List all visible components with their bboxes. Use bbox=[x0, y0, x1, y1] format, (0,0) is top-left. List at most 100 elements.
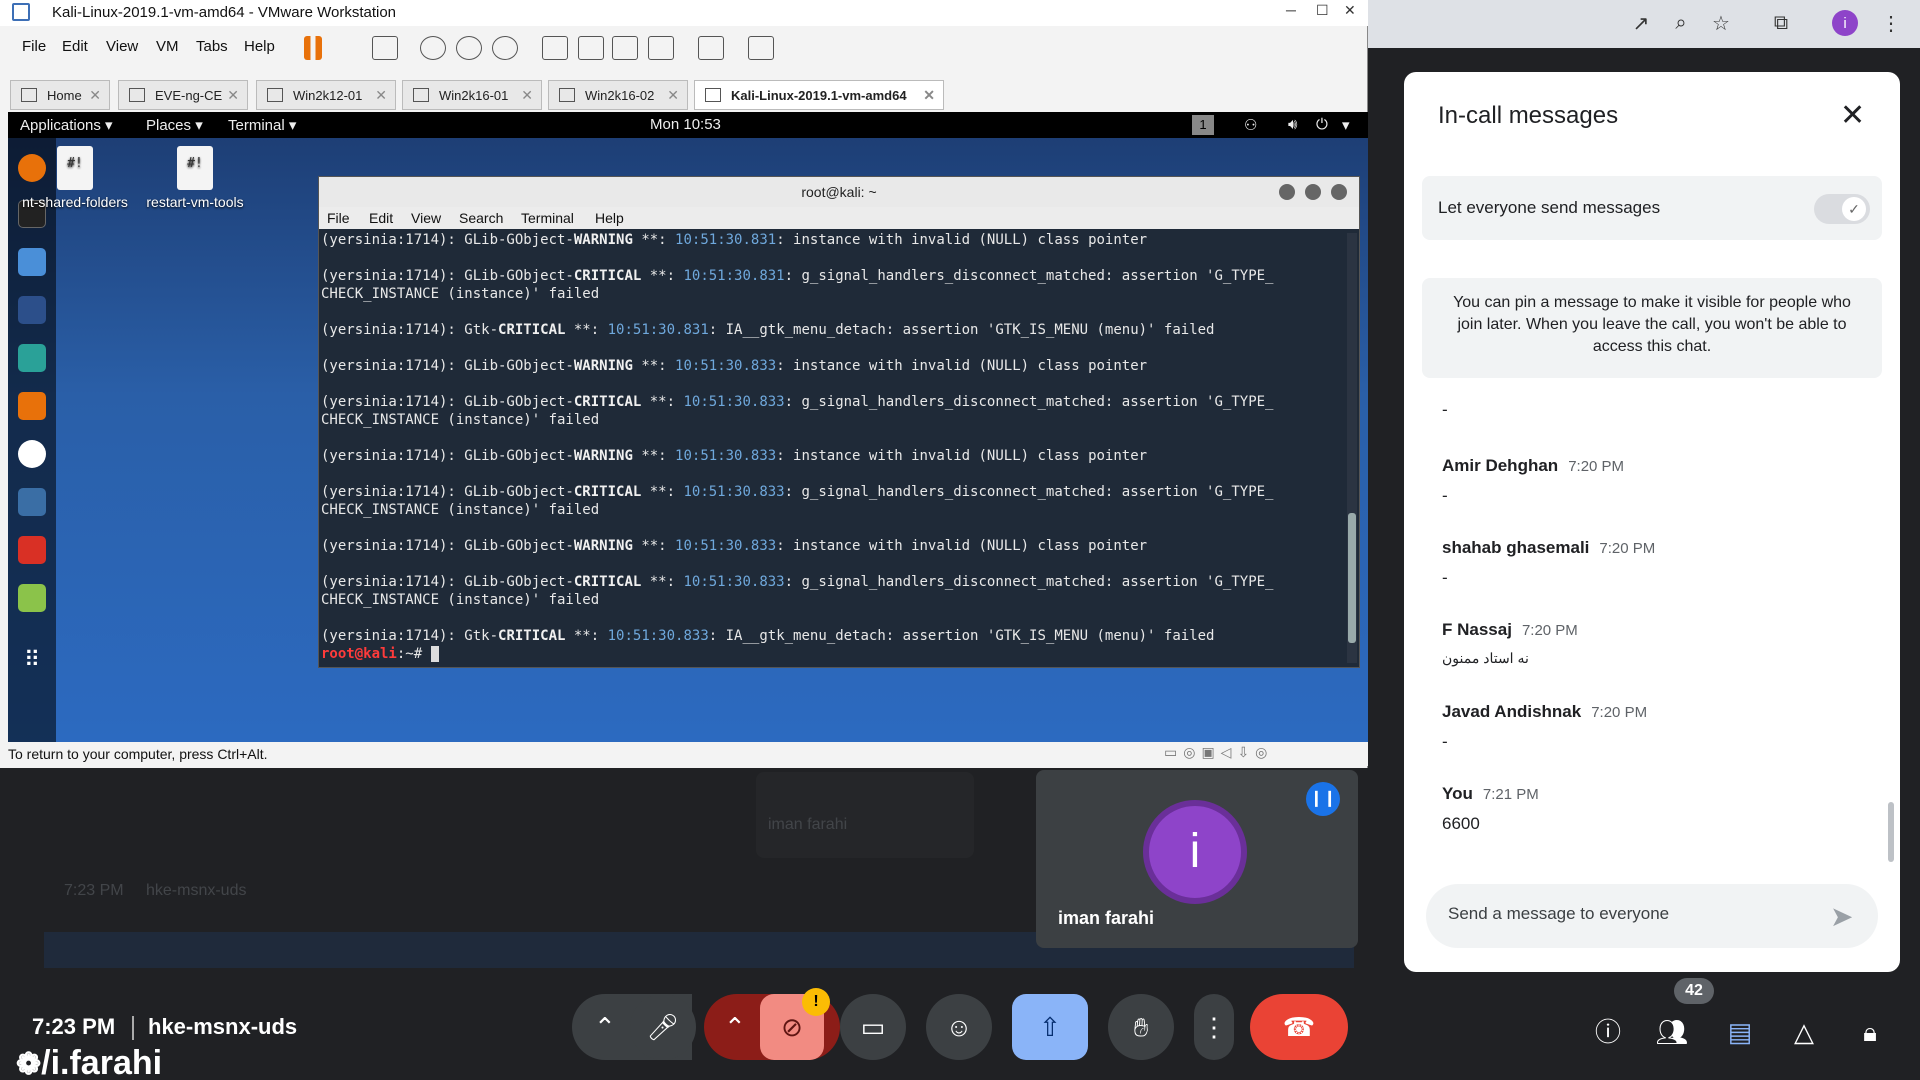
captions-button[interactable]: ▭ bbox=[840, 994, 906, 1060]
tab-win2k12-01[interactable]: Win2k12-01 ✕ bbox=[256, 80, 396, 110]
terminal-window[interactable]: root@kali: ~ File Edit View Search Termi… bbox=[318, 176, 1360, 668]
zoom-icon[interactable]: ⌕ bbox=[1666, 8, 1696, 38]
thumbnail-view-icon[interactable] bbox=[578, 36, 604, 60]
terminal-line: (yersinia:1714): GLib-GObject-WARNING **… bbox=[321, 448, 1148, 464]
terminal-menu-file[interactable]: File bbox=[327, 210, 350, 226]
activities-icon[interactable]: △ bbox=[1786, 1014, 1822, 1050]
network-icon[interactable]: ⚇ bbox=[1244, 116, 1257, 134]
profile-avatar[interactable]: i bbox=[1832, 10, 1858, 36]
terminal-close-icon[interactable] bbox=[1331, 184, 1347, 200]
places-menu[interactable]: Places ▾ bbox=[146, 116, 203, 134]
menu-file[interactable]: File bbox=[22, 38, 46, 55]
close-icon[interactable]: ✕ bbox=[1344, 2, 1356, 19]
metasploit-icon[interactable] bbox=[18, 296, 46, 324]
terminal-menu-view[interactable]: View bbox=[411, 210, 441, 226]
full-screen-icon[interactable] bbox=[612, 36, 638, 60]
camera-options-chevron-icon: ⌃ bbox=[724, 1012, 746, 1042]
revert-snapshot-icon[interactable] bbox=[456, 36, 482, 60]
volume-icon[interactable]: 🔊︎ bbox=[1288, 116, 1297, 133]
tab-close-icon[interactable]: ✕ bbox=[227, 87, 239, 104]
armitage-icon[interactable] bbox=[18, 344, 46, 372]
menu-view[interactable]: View bbox=[106, 38, 138, 55]
kali-desktop[interactable]: Applications ▾ Places ▾ Terminal ▾ Mon 1… bbox=[8, 112, 1368, 742]
open-in-new-icon[interactable]: ↗ bbox=[1626, 8, 1656, 38]
stretch-guest-icon[interactable] bbox=[748, 36, 774, 60]
library-view-icon[interactable] bbox=[542, 36, 568, 60]
tab-win2k16-01[interactable]: Win2k16-01 ✕ bbox=[402, 80, 542, 110]
tab-close-icon[interactable]: ✕ bbox=[375, 87, 387, 104]
show-apps-icon[interactable]: ⠿ bbox=[18, 646, 46, 674]
extensions-icon[interactable]: ⧉ bbox=[1766, 8, 1796, 38]
chat-icon[interactable]: ▤ bbox=[1722, 1014, 1758, 1050]
check-icon: ✓ bbox=[1842, 197, 1866, 221]
send-icon[interactable]: ➤ bbox=[1830, 900, 1853, 933]
terminal-scrollbar[interactable] bbox=[1347, 233, 1357, 663]
terminal-app-menu[interactable]: Terminal ▾ bbox=[228, 116, 296, 134]
applications-menu[interactable]: Applications ▾ bbox=[20, 116, 113, 134]
terminal-line: CHECK_INSTANCE (instance)' failed bbox=[321, 592, 600, 608]
terminal-menu-terminal[interactable]: Terminal bbox=[521, 210, 574, 226]
files-icon[interactable] bbox=[18, 248, 46, 276]
burpsuite-icon[interactable] bbox=[18, 392, 46, 420]
tab-kali[interactable]: Kali-Linux-2019.1-vm-amd64 ✕ bbox=[694, 80, 944, 110]
raise-hand-button[interactable]: ✋︎ bbox=[1108, 994, 1174, 1060]
tab-close-icon[interactable]: ✕ bbox=[521, 87, 533, 104]
more-options-button[interactable]: ⋮ bbox=[1194, 994, 1234, 1060]
vm-icon bbox=[267, 88, 283, 102]
snapshot-manager-icon[interactable] bbox=[492, 36, 518, 60]
kali-clock[interactable]: Mon 10:53 bbox=[650, 116, 721, 133]
microphone-button[interactable]: 🎤︎ bbox=[630, 994, 696, 1060]
snapshot-icon[interactable] bbox=[420, 36, 446, 60]
tab-close-icon[interactable]: ✕ bbox=[923, 87, 935, 104]
desktop-icon-restart-vm-tools[interactable]: #! restart-vm-tools bbox=[140, 146, 250, 210]
terminal-maximize-icon[interactable] bbox=[1305, 184, 1321, 200]
menu-help[interactable]: Help bbox=[244, 38, 275, 55]
console-view-icon[interactable] bbox=[698, 36, 724, 60]
send-ctrl-alt-del-icon[interactable] bbox=[372, 36, 398, 60]
minimize-icon[interactable]: ─ bbox=[1286, 2, 1296, 18]
meeting-details-icon[interactable]: ⓘ bbox=[1590, 1014, 1626, 1050]
system-menu-chevron-icon[interactable]: ▾ bbox=[1342, 116, 1350, 134]
menu-vm[interactable]: VM bbox=[156, 38, 179, 55]
terminal-output[interactable]: (yersinia:1714): GLib-GObject-WARNING **… bbox=[319, 229, 1343, 667]
menu-edit[interactable]: Edit bbox=[62, 38, 88, 55]
bookmark-star-icon[interactable]: ☆ bbox=[1706, 8, 1736, 38]
scrollbar-thumb[interactable] bbox=[1348, 513, 1356, 643]
maximize-icon[interactable]: ☐ bbox=[1316, 2, 1329, 19]
leave-call-button[interactable]: ☎ bbox=[1250, 994, 1348, 1060]
faraday-icon[interactable] bbox=[18, 536, 46, 564]
status-text: To return to your computer, press Ctrl+A… bbox=[8, 746, 268, 762]
tab-home[interactable]: Home ✕ bbox=[10, 80, 110, 110]
terminal-minimize-icon[interactable] bbox=[1279, 184, 1295, 200]
maltego-icon[interactable] bbox=[18, 488, 46, 516]
power-icon[interactable]: ⏻ bbox=[1316, 116, 1328, 133]
unity-icon[interactable] bbox=[648, 36, 674, 60]
menu-tabs[interactable]: Tabs bbox=[196, 38, 228, 55]
leafpad-icon[interactable] bbox=[18, 584, 46, 612]
tab-win2k16-02[interactable]: Win2k16-02 ✕ bbox=[548, 80, 688, 110]
pause-icon[interactable] bbox=[304, 36, 322, 60]
device-status-icons[interactable]: ▭◎▣◁⇩◎ bbox=[1164, 744, 1273, 761]
browser-menu-icon[interactable]: ⋮ bbox=[1876, 8, 1906, 38]
terminal-cursor bbox=[430, 646, 440, 662]
workspace-indicator[interactable]: 1 bbox=[1192, 115, 1214, 135]
terminal-title: root@kali: ~ bbox=[801, 184, 877, 200]
desktop-icon-shared-folders[interactable]: #! nt-shared-folders bbox=[20, 146, 130, 210]
tab-close-icon[interactable]: ✕ bbox=[667, 87, 679, 104]
beef-icon[interactable] bbox=[18, 440, 46, 468]
close-icon[interactable]: ✕ bbox=[1840, 98, 1865, 133]
participant-tile[interactable]: i iman farahi ❙❙ bbox=[1036, 770, 1358, 948]
ghost-tile: iman farahi bbox=[756, 772, 974, 858]
terminal-menu-edit[interactable]: Edit bbox=[369, 210, 393, 226]
send-messages-toggle[interactable]: ✓ bbox=[1814, 194, 1870, 224]
terminal-menu-help[interactable]: Help bbox=[595, 210, 624, 226]
tab-eve-ng[interactable]: EVE-ng-CE ✕ bbox=[118, 80, 248, 110]
chat-message-input[interactable] bbox=[1448, 904, 1808, 924]
chat-scrollbar[interactable] bbox=[1888, 802, 1894, 862]
terminal-menu-search[interactable]: Search bbox=[459, 210, 503, 226]
host-controls-icon[interactable]: 🔒︎ bbox=[1852, 1014, 1888, 1050]
tab-close-icon[interactable]: ✕ bbox=[89, 87, 101, 104]
people-icon[interactable]: 👥︎ bbox=[1654, 1014, 1690, 1050]
present-screen-button[interactable]: ⇧ bbox=[1012, 994, 1088, 1060]
reactions-button[interactable]: ☺ bbox=[926, 994, 992, 1060]
